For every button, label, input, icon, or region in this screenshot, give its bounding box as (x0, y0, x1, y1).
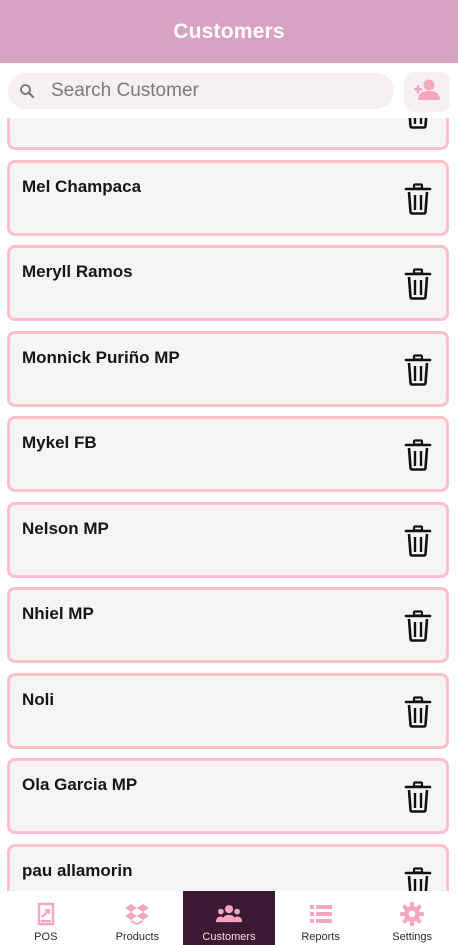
delete-icon[interactable] (404, 182, 432, 215)
products-icon (124, 901, 150, 927)
nav-item-customers[interactable]: Customers (183, 891, 275, 945)
search-input[interactable] (51, 80, 371, 102)
page-title: Customers (173, 19, 285, 43)
customer-name: pau allamorin (22, 860, 133, 880)
delete-icon[interactable] (404, 439, 432, 471)
nav-item-settings[interactable]: Settings (366, 891, 458, 945)
nav-item-pos[interactable]: POS (0, 891, 92, 945)
customer-card[interactable]: Ola Garcia MP (7, 758, 449, 834)
delete-icon[interactable] (404, 268, 432, 300)
pos-icon (33, 901, 59, 927)
customer-card[interactable]: Noli (7, 672, 449, 749)
customer-name: Nhiel MP (22, 604, 94, 623)
customer-list[interactable]: Marinelle Serpaz MP Mel Champaca Meryll Ra… (0, 118, 458, 891)
customer-card[interactable]: Monnick Puriño MP (7, 330, 449, 407)
add-person-icon (413, 78, 441, 107)
delete-icon[interactable] (404, 353, 432, 386)
bottom-navigation: POS Products Customers Reports Settings (0, 891, 458, 945)
nav-label-products: Products (115, 931, 160, 943)
search-icon (19, 83, 35, 99)
delete-icon[interactable] (404, 695, 432, 728)
delete-icon[interactable] (404, 610, 432, 642)
nav-label-settings: Settings (392, 931, 433, 943)
nav-label-reports: Reports (301, 931, 340, 943)
customers-icon (215, 901, 242, 927)
customer-card[interactable]: Nhiel MP (7, 587, 449, 663)
customer-name: Noli (22, 689, 55, 709)
customer-name: Mykel FB (22, 433, 97, 452)
search-bar[interactable] (8, 73, 394, 109)
delete-icon[interactable] (404, 118, 432, 129)
customer-name: Nelson MP (22, 518, 109, 538)
settings-icon (399, 901, 425, 927)
nav-label-customers: Customers (202, 931, 256, 943)
customer-name: Meryll Ramos (22, 262, 133, 281)
customer-card[interactable]: Marinelle Serpaz MP (7, 118, 449, 150)
app-bar: Customers (0, 0, 458, 63)
delete-icon[interactable] (404, 781, 432, 813)
customer-card[interactable]: Mykel FB (7, 416, 449, 492)
customer-card[interactable]: pau allamorin (7, 843, 449, 891)
nav-label-pos: POS (34, 931, 58, 943)
customer-name: Monnick Puriño MP (22, 347, 180, 367)
reports-icon (308, 901, 334, 927)
customer-card[interactable]: Nelson MP (7, 501, 449, 578)
customer-card[interactable]: Mel Champaca (7, 159, 449, 236)
nav-item-reports[interactable]: Reports (275, 891, 367, 945)
nav-item-products[interactable]: Products (92, 891, 184, 945)
add-customer-button[interactable] (404, 72, 450, 112)
customer-name: Ola Garcia MP (22, 775, 138, 794)
search-row (0, 63, 458, 118)
customer-card[interactable]: Meryll Ramos (7, 245, 449, 321)
delete-icon[interactable] (404, 524, 432, 557)
customer-name: Mel Champaca (22, 176, 142, 196)
delete-icon[interactable] (404, 866, 432, 891)
